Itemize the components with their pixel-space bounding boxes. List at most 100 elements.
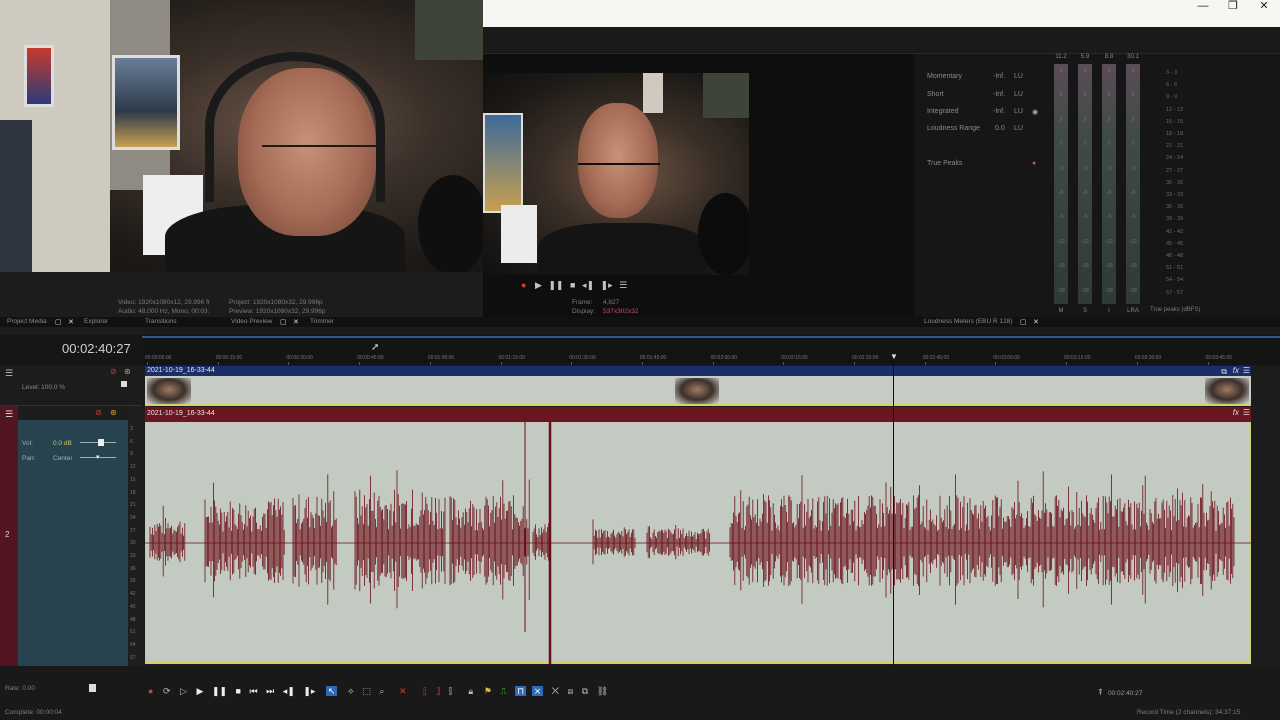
meter-tick: -12 <box>1081 238 1089 245</box>
waveform-path <box>145 470 1251 609</box>
db-scale-label: 51 <box>130 629 136 636</box>
meter-tick: 9 <box>1131 68 1135 74</box>
meter-tick: 6 <box>1131 92 1135 99</box>
link-icon[interactable]: ⛓︎ <box>597 686 608 696</box>
audio-clip-header[interactable]: 2021-10-19_16-33-44 fx ☰ <box>145 407 1251 422</box>
db-scale-label: 42 <box>130 591 136 598</box>
level-slider-handle[interactable] <box>121 381 127 387</box>
window-icon[interactable]: ▢ <box>1020 318 1027 326</box>
loop-region-bar[interactable] <box>142 336 1280 338</box>
play-icon[interactable]: ▶ <box>196 686 203 696</box>
db-scale-label: 48 <box>130 616 136 623</box>
next-frame-icon[interactable]: ❚▸ <box>601 280 613 290</box>
track-menu-icon[interactable]: ☰ <box>5 409 13 420</box>
peak-scale-label: 42 - 42 <box>1166 228 1184 235</box>
peak-scale-label: 15 - 15 <box>1166 118 1184 125</box>
restore-icon[interactable]: ❐ <box>1218 0 1248 14</box>
normal-edit-tool-icon[interactable]: ↖ <box>325 686 338 696</box>
prev-frame-icon[interactable]: ◂❚ <box>582 280 594 290</box>
delete-icon[interactable]: ✕ <box>399 686 407 696</box>
db-scale-label: 18 <box>130 489 136 496</box>
tab-transitions[interactable]: Transitions <box>145 318 177 325</box>
lock-icon[interactable]: 🔒︎ <box>468 686 473 696</box>
tab-loudness-meters[interactable]: Loudness Meters (EBU R 128) <box>924 318 1013 325</box>
timeline-ruler[interactable]: 00:00:00:00 00:00:15:00 00:00:30:00 00:00:4… <box>142 335 1280 365</box>
ungroup-icon[interactable]: ⧉ <box>582 686 588 696</box>
tab-trimmer[interactable]: Trimmer <box>310 318 334 325</box>
pan-slider-handle[interactable]: ▾ <box>96 453 100 461</box>
split-icon[interactable]: ⫿ <box>449 686 452 696</box>
solo-icon[interactable]: ⊛ <box>110 408 117 417</box>
close-tab-icon[interactable]: ✕ <box>293 318 299 326</box>
ruler-label: 00:03:00:00 <box>993 355 1020 361</box>
window-icon[interactable]: ▢ <box>55 318 62 326</box>
mute-icon[interactable]: ⊘ <box>110 367 117 376</box>
ruler-tick <box>288 362 290 365</box>
db-scale-label: 33 <box>130 553 136 559</box>
ruler-tick <box>854 362 855 365</box>
clip-menu-icon[interactable]: ☰ <box>1243 366 1250 375</box>
playhead-marker-icon[interactable]: ▼ <box>890 352 898 361</box>
go-start-icon[interactable]: ⏮ <box>249 686 257 696</box>
playhead-cursor[interactable] <box>893 352 894 666</box>
close-tab-icon[interactable]: ✕ <box>1033 318 1039 326</box>
record-icon[interactable]: ● <box>521 280 526 290</box>
envelope-tool-icon[interactable]: ⟡ <box>348 686 354 696</box>
pause-icon[interactable]: ❚❚ <box>548 280 563 290</box>
db-scale-label: 39 <box>130 578 136 585</box>
record-icon[interactable]: ● <box>148 686 153 696</box>
track-menu-icon[interactable]: ☰ <box>5 368 13 379</box>
zoom-tool-icon[interactable]: ⌕ <box>379 686 384 696</box>
selection-tool-icon[interactable]: ⬚ <box>362 686 371 696</box>
ruler-label: 00:03:30:00 <box>1134 355 1162 361</box>
meter-tick: -3 <box>1106 165 1112 172</box>
db-scale-label: 6 <box>130 438 133 445</box>
tab-project-media[interactable]: Project Media <box>7 318 47 325</box>
pan-value[interactable]: Center <box>53 455 73 462</box>
play-icon[interactable]: ▶ <box>535 280 542 290</box>
pause-icon[interactable]: ❚❚ <box>212 686 227 696</box>
peak-scale-label: 18 - 18 <box>1166 131 1184 137</box>
auto-ripple-icon[interactable]: ⨯ <box>531 686 544 696</box>
trim-start-icon[interactable]: ⟦ <box>423 686 427 696</box>
audio-track-strip: ☰ 2 <box>0 406 18 666</box>
meter-tick: -9 <box>1082 214 1088 221</box>
next-frame-icon[interactable]: ❚▸ <box>303 686 315 696</box>
window-icon[interactable]: ▢ <box>280 318 287 326</box>
ruler-tick <box>712 362 714 365</box>
peak-scale-label: 39 - 39 <box>1166 216 1184 223</box>
clip-menu-icon[interactable]: ☰ <box>1243 408 1250 417</box>
video-level[interactable]: Level: 100.0 % <box>22 384 65 391</box>
go-end-icon[interactable]: ⏭ <box>266 686 274 696</box>
marker-icon[interactable]: ⚑ <box>484 686 492 696</box>
menu-icon[interactable]: ☰ <box>619 280 627 290</box>
meter-tick: 0 <box>1059 141 1063 148</box>
close-icon[interactable]: ✕ <box>1249 0 1279 14</box>
db-scale-label: 21 <box>130 502 136 509</box>
meter-tick: 3 <box>1107 116 1111 123</box>
close-tab-icon[interactable]: ✕ <box>68 318 74 326</box>
minimize-icon[interactable]: — <box>1188 0 1218 14</box>
stop-icon[interactable]: ■ <box>570 280 575 290</box>
crossfade-icon[interactable]: ⨉ <box>552 686 559 696</box>
stop-icon[interactable]: ■ <box>236 686 241 696</box>
region-icon[interactable]: ⎍ <box>500 686 506 696</box>
tab-explorer[interactable]: Explorer <box>84 318 108 325</box>
meter-tick: -18 <box>1057 287 1065 294</box>
fx-icon[interactable]: fx <box>1233 408 1239 417</box>
prev-frame-icon[interactable]: ◂❚ <box>283 686 295 696</box>
volume-slider-handle[interactable] <box>98 439 104 446</box>
mute-icon[interactable]: ⊘ <box>95 408 102 417</box>
timecode-value: 00:02:40:27 <box>62 341 131 356</box>
trim-end-icon[interactable]: ⟧ <box>436 686 440 696</box>
tab-video-preview[interactable]: Video Preview <box>231 318 272 325</box>
loop-icon[interactable]: ⟳ <box>163 686 171 696</box>
ruler-tick <box>359 362 361 365</box>
snap-icon[interactable]: ⊓ <box>515 686 527 696</box>
rate-slider-handle[interactable] <box>89 684 96 692</box>
volume-value[interactable]: 0.0 dB <box>53 440 72 447</box>
fx-icon[interactable]: fx <box>1233 366 1239 375</box>
play-from-start-icon[interactable]: ▷ <box>180 686 187 696</box>
group-icon[interactable]: ⧈ <box>567 686 573 696</box>
solo-icon[interactable]: ⊛ <box>124 367 131 376</box>
